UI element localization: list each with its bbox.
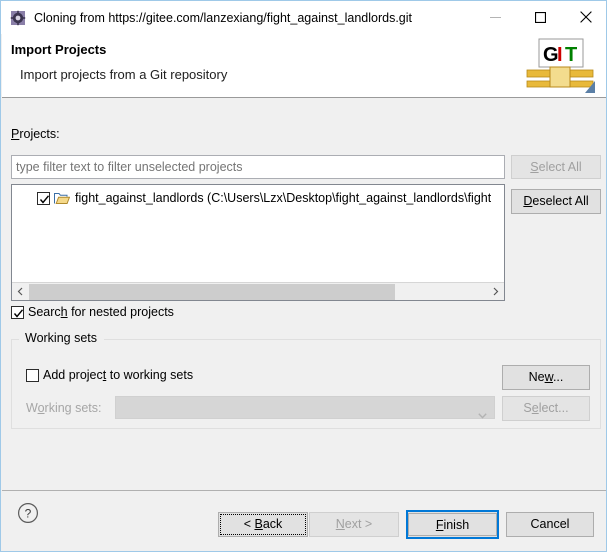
projects-label: Projects:	[11, 127, 60, 141]
deselect-all-rest: eselect All	[532, 194, 589, 208]
checkmark-icon	[13, 308, 24, 318]
search-nested-projects-checkbox[interactable]	[11, 305, 24, 319]
nested-label-mnemonic: h	[60, 305, 68, 319]
working-sets-combo[interactable]	[115, 396, 495, 419]
git-banner-icon: G I T	[521, 37, 599, 95]
scroll-left-button[interactable]	[12, 284, 29, 300]
chevron-left-icon	[17, 287, 23, 296]
maximize-icon	[535, 11, 546, 23]
finish-button[interactable]: Finish	[406, 510, 499, 539]
window-controls	[473, 1, 606, 34]
working-sets-group-title: Working sets	[22, 331, 101, 345]
nested-label-after: for nested projects	[67, 305, 174, 319]
working-sets-group: Working sets Add project to working sets…	[11, 331, 601, 429]
tree-horizontal-scrollbar[interactable]	[12, 282, 504, 300]
next-mnemonic: N	[335, 517, 345, 531]
scrollbar-thumb[interactable]	[29, 283, 396, 300]
ws-lbl-after: rking sets:	[44, 401, 102, 415]
group-border-right	[104, 339, 600, 340]
dialog-footer: ? < Back Next > Finish Cancel	[2, 490, 606, 551]
add-project-to-working-sets-label: Add project to working sets	[43, 368, 193, 382]
tree-row[interactable]: fight_against_landlords (C:\Users\Lzx\De…	[12, 188, 504, 208]
help-question-icon[interactable]: ?	[17, 502, 39, 524]
chevron-right-icon	[493, 287, 499, 296]
add-project-to-working-sets-row[interactable]: Add project to working sets	[26, 368, 193, 382]
finish-mnemonic: F	[435, 517, 444, 532]
minimize-icon	[490, 16, 501, 18]
scroll-right-button[interactable]	[487, 284, 504, 300]
chevron-down-icon	[478, 406, 487, 424]
checkmark-icon	[39, 194, 50, 204]
svg-text:?: ?	[25, 507, 32, 521]
ws-lbl-mnemonic: o	[37, 401, 45, 415]
import-projects-dialog: Cloning from https://gitee.com/lanzexian…	[0, 0, 607, 552]
ws-lbl-before: W	[26, 401, 38, 415]
scrollbar-track[interactable]	[29, 283, 487, 300]
back-mnemonic: B	[254, 517, 263, 531]
page-subtitle: Import projects from a Git repository	[20, 67, 228, 82]
eclipse-gear-icon	[10, 10, 26, 26]
svg-text:I: I	[557, 44, 563, 66]
add-ws-after: to working sets	[106, 368, 194, 382]
back-button[interactable]: < Back	[218, 512, 308, 537]
project-checkbox[interactable]	[37, 191, 50, 205]
projects-label-rest: rojects:	[19, 127, 60, 141]
working-sets-combo-label: Working sets:	[26, 401, 102, 415]
close-icon	[579, 11, 592, 23]
deselect-all-button[interactable]: Deselect All	[511, 189, 601, 214]
minimize-button[interactable]	[473, 1, 518, 33]
dialog-header: Import Projects Import projects from a G…	[2, 34, 606, 98]
select-all-rest: elect All	[538, 160, 582, 174]
svg-text:T: T	[565, 44, 577, 66]
folder-icon	[54, 191, 71, 205]
select-mnemonic: e	[531, 401, 539, 415]
search-nested-projects-row[interactable]: Search for nested projects	[11, 305, 174, 319]
cancel-label: Cancel	[530, 517, 570, 531]
nested-label-before: Searc	[28, 305, 61, 319]
select-all-mnemonic: S	[530, 160, 539, 174]
select-working-set-button[interactable]: Select...	[502, 396, 590, 421]
cancel-button[interactable]: Cancel	[506, 512, 594, 537]
tree-item-label: fight_against_landlords (C:\Users\Lzx\De…	[75, 191, 492, 205]
add-project-to-working-sets-checkbox[interactable]	[26, 368, 39, 382]
select-all-button[interactable]: Select All	[511, 155, 601, 179]
projects-tree[interactable]: fight_against_landlords (C:\Users\Lzx\De…	[11, 184, 505, 301]
finish-button-inner: Finish	[408, 513, 497, 536]
group-border-left	[12, 339, 19, 340]
project-filter-input[interactable]	[11, 155, 505, 179]
close-button[interactable]	[563, 1, 606, 33]
page-title: Import Projects	[11, 42, 107, 57]
new-mnemonic: w	[544, 370, 553, 384]
search-nested-projects-label: Search for nested projects	[28, 305, 174, 319]
new-working-set-button[interactable]: New...	[502, 365, 590, 390]
dialog-body: Projects: Select All Deselect All	[2, 99, 606, 490]
maximize-button[interactable]	[518, 1, 563, 33]
add-ws-before: Add projec	[43, 368, 103, 382]
title-bar: Cloning from https://gitee.com/lanzexian…	[1, 1, 606, 34]
window-title: Cloning from https://gitee.com/lanzexian…	[34, 10, 412, 25]
next-button[interactable]: Next >	[309, 512, 399, 537]
